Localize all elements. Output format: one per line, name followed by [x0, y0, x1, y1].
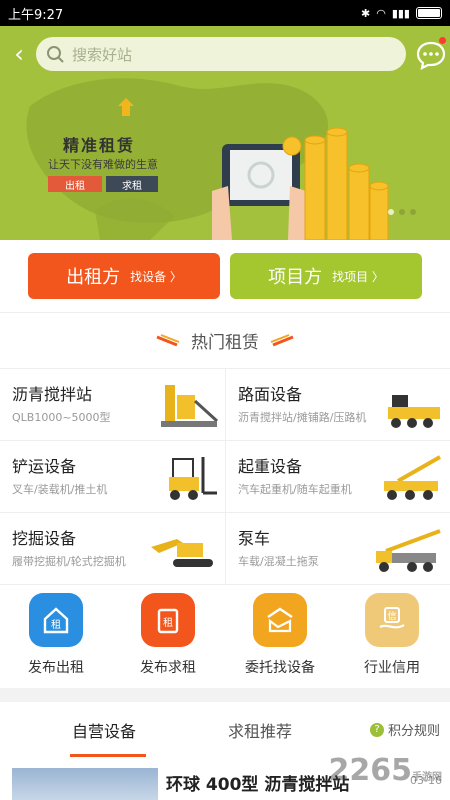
project-label: 项目方: [268, 267, 323, 288]
watermark-sub: 手游网: [412, 772, 442, 783]
category-title: 泵车: [238, 529, 271, 548]
battery-icon: [416, 7, 442, 19]
carousel-dot[interactable]: [399, 209, 405, 215]
list-item[interactable]: 环球 400型 沥青搅拌站 03-16 2265手游网: [0, 753, 450, 800]
wifi-icon: ◠: [376, 6, 386, 20]
category-title: 沥青搅拌站: [12, 385, 93, 404]
pump-truck-icon: [376, 529, 441, 572]
back-button[interactable]: ‹: [2, 37, 36, 71]
banner-tag-seek: 求租: [106, 176, 158, 192]
publish-seek-label: 发布求租: [140, 660, 196, 676]
notification-dot: [439, 37, 446, 44]
status-bar: 上午9:27 ✱ ◠ ▮▮▮: [0, 0, 450, 26]
publish-seek-icon: 租: [141, 593, 195, 647]
message-button[interactable]: [414, 37, 448, 71]
entrust-button[interactable]: 委托找设备: [224, 593, 336, 677]
renter-sub: 找设备 〉: [130, 269, 182, 284]
category-lifting-equipment[interactable]: 起重设备 汽车起重机/随车起重机: [225, 440, 450, 512]
category-sub: 车载/混凝土拖泵: [238, 555, 319, 568]
asphalt-plant-icon: [161, 385, 219, 427]
category-sub: 汽车起重机/随车起重机: [238, 483, 352, 496]
bluetooth-icon: ✱: [361, 6, 371, 20]
banner-subtitle: 让天下没有难做的生意: [48, 158, 158, 171]
category-sub: 沥青搅拌站/摊铺路/压路机: [238, 411, 367, 424]
house-icon: 租: [43, 607, 69, 634]
status-time: 上午9:27: [8, 7, 64, 23]
category-title: 挖掘设备: [12, 529, 77, 548]
search-input[interactable]: 搜索好站: [36, 37, 406, 71]
project-sub: 找项目 〉: [332, 269, 384, 284]
points-rules-label: 积分规则: [387, 724, 440, 739]
watermark-logo: 2265手游网: [329, 753, 443, 788]
chevron-left-icon: ‹: [14, 40, 24, 68]
publish-rent-button[interactable]: 租 发布出租: [0, 593, 112, 677]
credit-hand-icon: 信: [379, 607, 405, 629]
renter-button[interactable]: 出租方 找设备 〉: [28, 253, 220, 299]
banner-carousel[interactable]: ‹ 搜索好站 精准租赁 让天下没有难做的生意 出租 求租: [0, 26, 450, 240]
renter-label: 出租方: [66, 267, 121, 288]
category-sub: 履带挖掘机/轮式挖掘机: [12, 555, 126, 568]
quick-actions: 租 发布出租 租 发布求租 委托找设备 信 行业信用: [0, 584, 450, 688]
category-road-equipment[interactable]: 路面设备 沥青搅拌站/摊铺路/压路机: [225, 368, 450, 440]
credit-label: 行业信用: [364, 660, 420, 676]
tab-rent-recommend[interactable]: 求租推荐: [228, 718, 292, 742]
road-paver-icon: [388, 395, 440, 428]
crane-truck-icon: [384, 455, 441, 500]
forklift-icon: [169, 457, 217, 500]
list-tabs: 自营设备 求租推荐 ? 积分规则: [0, 702, 450, 758]
search-placeholder: 搜索好站: [72, 45, 133, 64]
category-title: 铲运设备: [12, 457, 77, 476]
category-sub: 叉车/装载机/推土机: [12, 483, 108, 496]
role-selector: 出租方 找设备 〉 项目方 找项目 〉: [0, 240, 450, 312]
decor-left-icon: [156, 333, 180, 346]
entrust-icon: [253, 593, 307, 647]
credit-icon: 信: [365, 593, 419, 647]
banner-title: 精准租赁: [63, 136, 136, 155]
handshake-icon: [267, 607, 293, 633]
tab-underline: [70, 754, 146, 757]
clipboard-icon: 租: [157, 608, 179, 634]
carousel-indicator: [388, 209, 416, 215]
category-asphalt-plant[interactable]: 沥青搅拌站 QLB1000~5000型: [0, 368, 225, 440]
search-icon: [47, 46, 64, 63]
tab-self-operated[interactable]: 自营设备: [72, 718, 136, 742]
publish-rent-label: 发布出租: [28, 660, 84, 676]
project-button[interactable]: 项目方 找项目 〉: [230, 253, 422, 299]
decor-right-icon: [270, 333, 294, 346]
carousel-dot[interactable]: [410, 209, 416, 215]
top-bar: ‹ 搜索好站: [0, 36, 450, 72]
category-pump-truck[interactable]: 泵车 车载/混凝土拖泵: [225, 512, 450, 584]
hot-rental-header: 热门租赁: [0, 312, 450, 368]
house-glyph: 租: [51, 618, 61, 631]
publish-rent-icon: 租: [29, 593, 83, 647]
banner-tag-rent: 出租: [48, 176, 102, 192]
signal-icon: ▮▮▮: [391, 6, 410, 20]
excavator-icon: [151, 539, 213, 567]
watermark-brand: 2265: [328, 753, 413, 788]
item-title: 环球 400型 沥青搅拌站: [166, 775, 350, 795]
category-grid: 沥青搅拌站 QLB1000~5000型 路面设备 沥青搅拌站/摊铺路/压路机 铲…: [0, 368, 450, 584]
category-excavating-equipment[interactable]: 挖掘设备 履带挖掘机/轮式挖掘机: [0, 512, 225, 584]
item-thumbnail: [12, 768, 158, 800]
hot-rental-title: 热门租赁: [191, 333, 259, 353]
clipboard-glyph: 租: [163, 616, 173, 629]
category-loading-equipment[interactable]: 铲运设备 叉车/装载机/推土机: [0, 440, 225, 512]
publish-seek-button[interactable]: 租 发布求租: [112, 593, 224, 677]
carousel-dot[interactable]: [388, 209, 394, 215]
credit-button[interactable]: 信 行业信用: [336, 593, 448, 677]
category-sub: QLB1000~5000型: [12, 411, 111, 424]
points-rules-link[interactable]: ? 积分规则: [369, 720, 440, 739]
category-title: 路面设备: [238, 385, 303, 404]
category-title: 起重设备: [238, 457, 303, 476]
status-icons: ✱ ◠ ▮▮▮: [361, 7, 442, 20]
credit-glyph: 信: [387, 610, 396, 622]
question-icon: ?: [369, 722, 384, 737]
entrust-label: 委托找设备: [245, 660, 315, 676]
